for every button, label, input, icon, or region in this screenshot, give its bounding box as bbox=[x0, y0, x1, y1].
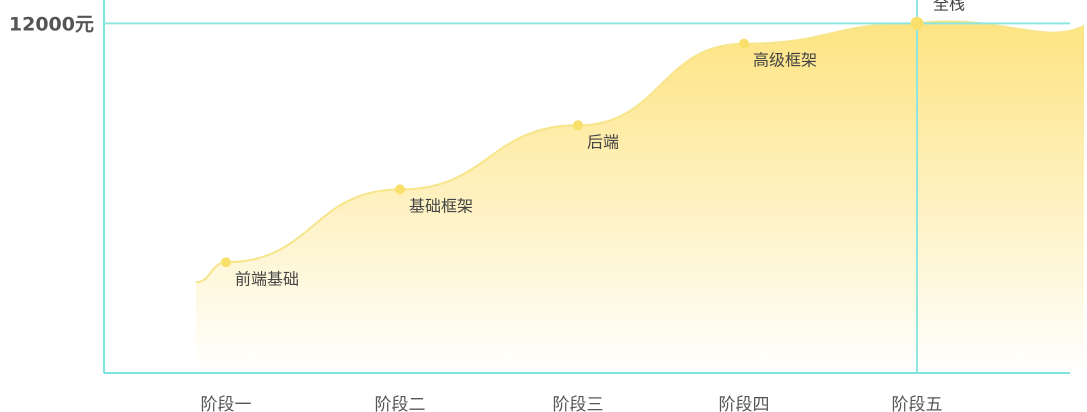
data-point bbox=[573, 120, 583, 131]
data-point bbox=[910, 16, 924, 30]
x-tick-label: 阶段五 bbox=[892, 395, 943, 412]
y-marker-label: 12000元 bbox=[9, 13, 94, 35]
data-point bbox=[395, 184, 405, 195]
data-label: 后端 bbox=[587, 132, 619, 151]
data-label: 基础框架 bbox=[409, 196, 473, 215]
data-point bbox=[739, 38, 749, 49]
area-fill bbox=[196, 21, 1084, 374]
stage-salary-chart: 12000元 阶段一 阶段二 阶段三 阶段四 阶段五 前端基础 基础框架 后端 高级框架 全栈 bbox=[9, 0, 1085, 412]
data-label: 全栈 bbox=[933, 0, 965, 13]
data-label: 前端基础 bbox=[235, 269, 299, 288]
x-tick-label: 阶段三 bbox=[553, 395, 604, 412]
data-label: 高级框架 bbox=[753, 51, 817, 70]
data-point bbox=[221, 257, 231, 268]
x-tick-label: 阶段四 bbox=[719, 395, 770, 412]
x-tick-label: 阶段一 bbox=[201, 395, 252, 412]
x-tick-labels: 阶段一 阶段二 阶段三 阶段四 阶段五 bbox=[201, 395, 943, 412]
x-tick-label: 阶段二 bbox=[375, 395, 426, 412]
